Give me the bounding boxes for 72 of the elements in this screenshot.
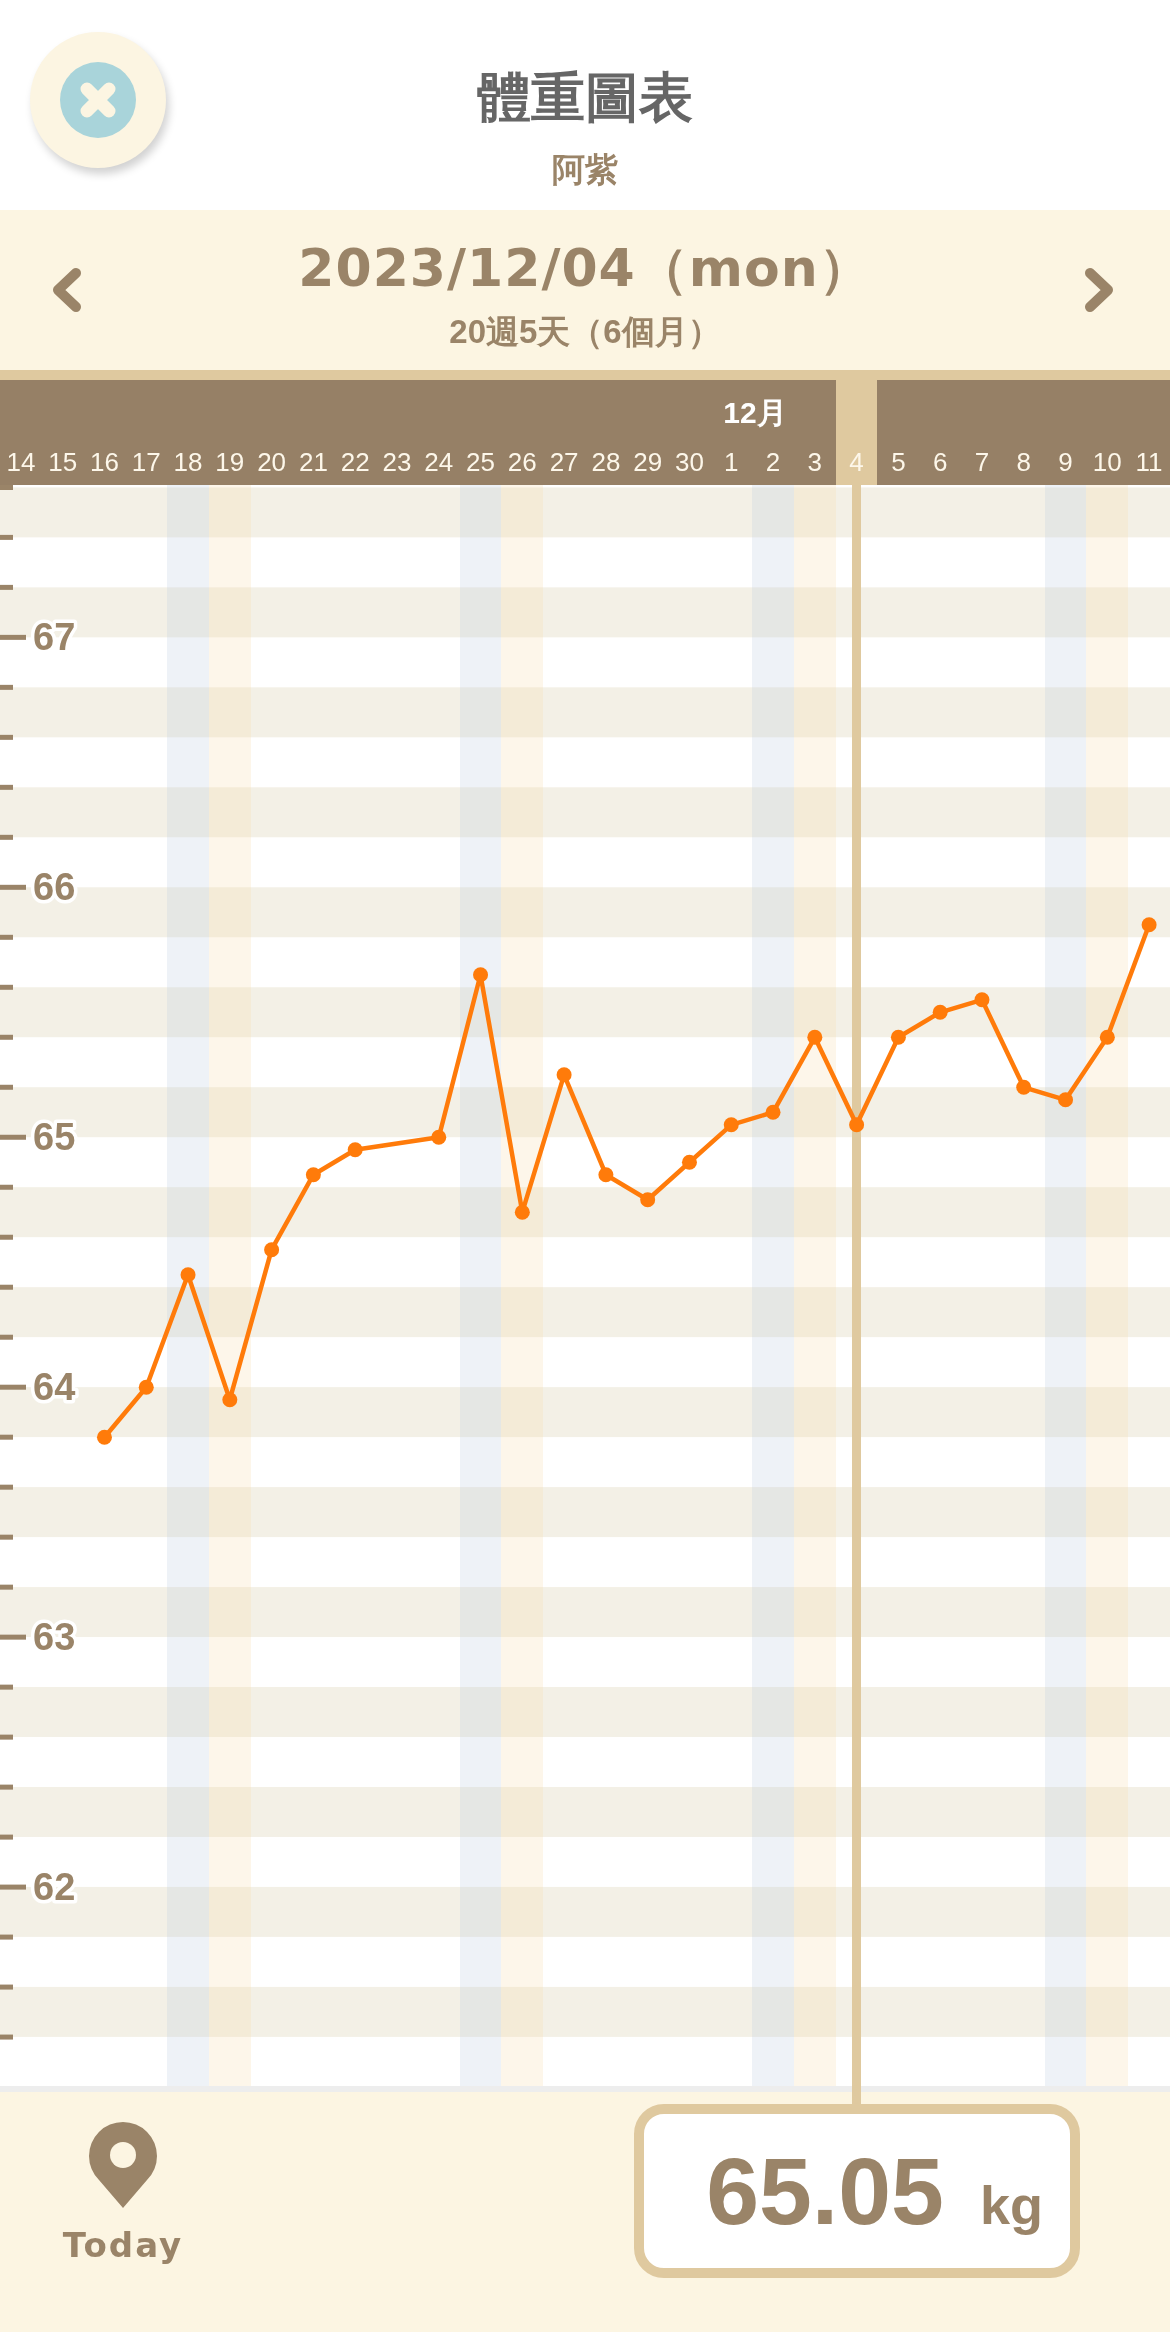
y-axis-label: 67 bbox=[33, 616, 76, 659]
chevron-left-icon bbox=[50, 267, 82, 313]
gestational-age-text: 20週5天（6個月） bbox=[449, 312, 721, 352]
date-tab[interactable]: 30 bbox=[668, 432, 711, 485]
data-point bbox=[473, 967, 489, 983]
data-point bbox=[1058, 1092, 1074, 1108]
selected-date: 2023/12/04（mon） bbox=[298, 238, 872, 298]
data-point bbox=[514, 1204, 530, 1220]
y-axis-label: 66 bbox=[33, 866, 76, 909]
date-tab[interactable]: 8 bbox=[1002, 432, 1045, 485]
date-tab[interactable]: 25 bbox=[459, 432, 502, 485]
data-point bbox=[932, 1004, 948, 1020]
location-pin-icon bbox=[88, 2121, 158, 2209]
data-point bbox=[849, 1117, 865, 1133]
data-point bbox=[264, 1242, 280, 1258]
date-tab[interactable]: 9 bbox=[1044, 432, 1087, 485]
page-title: 體重圖表 bbox=[477, 66, 693, 129]
date-tab[interactable]: 14 bbox=[0, 432, 42, 485]
data-point bbox=[305, 1167, 321, 1183]
date-tab[interactable]: 3 bbox=[793, 432, 836, 485]
data-point bbox=[556, 1067, 572, 1083]
date-tab[interactable]: 1 bbox=[710, 432, 753, 485]
data-point bbox=[723, 1117, 739, 1133]
profile-name: 阿紫 bbox=[552, 150, 618, 190]
y-axis-label: 64 bbox=[33, 1366, 76, 1409]
date-tab[interactable]: 19 bbox=[208, 432, 251, 485]
date-tab[interactable]: 27 bbox=[543, 432, 585, 485]
date-tab[interactable]: 6 bbox=[919, 432, 962, 485]
data-point bbox=[180, 1267, 196, 1283]
date-tab[interactable]: 22 bbox=[334, 432, 377, 485]
data-point bbox=[598, 1167, 614, 1183]
date-tab[interactable]: 21 bbox=[292, 432, 335, 485]
data-point bbox=[222, 1392, 238, 1408]
date-tab[interactable]: 28 bbox=[585, 432, 627, 485]
y-axis-label: 63 bbox=[33, 1616, 76, 1659]
close-icon bbox=[60, 62, 136, 138]
data-point bbox=[138, 1379, 154, 1395]
data-point bbox=[96, 1429, 112, 1445]
date-tab[interactable]: 24 bbox=[417, 432, 460, 485]
date-tab[interactable]: 16 bbox=[83, 432, 126, 485]
date-tab[interactable]: 29 bbox=[626, 432, 669, 485]
date-tab[interactable]: 2 bbox=[752, 432, 794, 485]
data-point bbox=[431, 1129, 447, 1145]
date-tab[interactable]: 11 bbox=[1128, 432, 1170, 485]
data-point bbox=[890, 1029, 906, 1045]
date-tab[interactable]: 17 bbox=[125, 432, 168, 485]
next-date-button[interactable] bbox=[1084, 267, 1116, 313]
weight-value: 65.05 bbox=[706, 2141, 944, 2241]
date-tab[interactable]: 15 bbox=[41, 432, 84, 485]
y-axis-label: 62 bbox=[33, 1866, 76, 1909]
data-point bbox=[1141, 917, 1157, 933]
today-button[interactable]: Today bbox=[58, 2121, 188, 2265]
date-tab[interactable]: 7 bbox=[961, 432, 1003, 485]
data-point bbox=[974, 992, 990, 1008]
date-tab[interactable]: 10 bbox=[1086, 432, 1129, 485]
data-point bbox=[1099, 1029, 1115, 1045]
date-tab[interactable]: 26 bbox=[501, 432, 544, 485]
date-tab[interactable]: 5 bbox=[877, 432, 920, 485]
date-tab[interactable]: 20 bbox=[250, 432, 293, 485]
data-point bbox=[347, 1142, 363, 1158]
data-point bbox=[807, 1029, 823, 1045]
data-point bbox=[681, 1154, 697, 1170]
month-label: 12月 bbox=[723, 395, 787, 431]
chevron-right-icon bbox=[1084, 267, 1116, 313]
date-tab[interactable]: 23 bbox=[376, 432, 418, 485]
weight-unit: kg bbox=[979, 2175, 1043, 2235]
data-point bbox=[1016, 1079, 1032, 1095]
date-tab[interactable]: 18 bbox=[167, 432, 209, 485]
data-point bbox=[765, 1104, 781, 1120]
previous-date-button[interactable] bbox=[50, 267, 82, 313]
data-point bbox=[640, 1192, 656, 1208]
y-axis-label: 65 bbox=[33, 1116, 76, 1159]
